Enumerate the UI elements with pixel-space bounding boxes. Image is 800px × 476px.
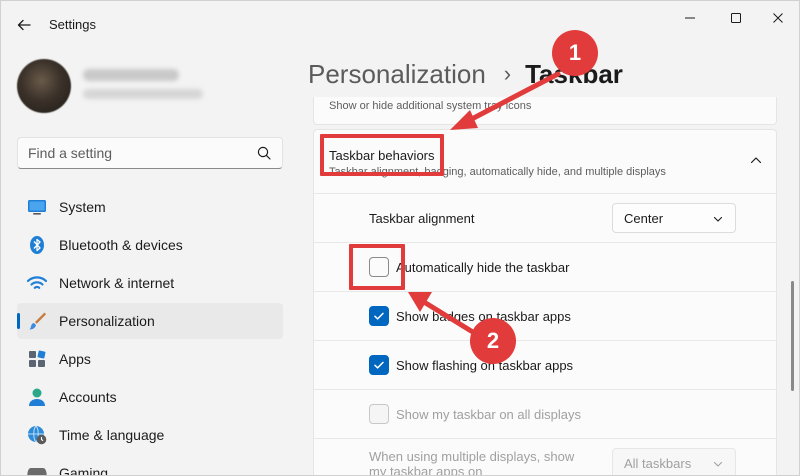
minimize-button[interactable] bbox=[667, 5, 713, 31]
breadcrumb-separator: › bbox=[503, 61, 512, 86]
close-icon bbox=[773, 13, 783, 23]
multi-display-row: When using multiple displays, show my ta… bbox=[314, 439, 777, 476]
multi-display-dropdown[interactable]: All taskbars bbox=[612, 448, 736, 475]
search-input[interactable] bbox=[18, 138, 254, 168]
gamepad-icon bbox=[27, 463, 47, 475]
annotation-box-taskbar-behaviors bbox=[320, 134, 444, 176]
sidebar-item-system[interactable]: System bbox=[17, 189, 283, 225]
chevron-up-icon[interactable] bbox=[748, 152, 764, 168]
title-bar: Settings bbox=[1, 1, 799, 47]
checkbox-label: Show my taskbar on all displays bbox=[396, 407, 581, 422]
checkbox-label: Automatically hide the taskbar bbox=[396, 260, 570, 275]
annotation-badge-2: 2 bbox=[470, 318, 516, 364]
sidebar-item-label: System bbox=[59, 199, 106, 215]
chevron-down-icon bbox=[713, 216, 723, 222]
show-flashing-checkbox[interactable] bbox=[369, 355, 389, 375]
show-badges-row: Show badges on taskbar apps bbox=[314, 292, 777, 341]
annotation-badge-1: 1 bbox=[552, 30, 598, 76]
back-button[interactable] bbox=[11, 13, 37, 37]
close-button[interactable] bbox=[755, 5, 799, 31]
dropdown-value: Center bbox=[624, 211, 664, 226]
minimize-icon bbox=[685, 17, 695, 19]
apps-icon bbox=[27, 349, 47, 369]
show-badges-checkbox[interactable] bbox=[369, 306, 389, 326]
sidebar-item-label: Apps bbox=[59, 351, 91, 367]
scrollbar[interactable] bbox=[791, 281, 794, 391]
person-icon bbox=[27, 387, 47, 407]
maximize-button[interactable] bbox=[713, 5, 759, 31]
sidebar-item-time-language[interactable]: Time & language bbox=[17, 417, 283, 453]
sidebar-item-label: Accounts bbox=[59, 389, 117, 405]
maximize-icon bbox=[731, 13, 741, 23]
sidebar-item-accounts[interactable]: Accounts bbox=[17, 379, 283, 415]
back-arrow-icon bbox=[17, 19, 31, 31]
chevron-down-icon bbox=[713, 461, 723, 467]
bluetooth-icon bbox=[27, 235, 47, 255]
brush-icon bbox=[27, 311, 47, 331]
search-box bbox=[17, 137, 283, 169]
avatar bbox=[17, 59, 71, 113]
checkmark-icon bbox=[374, 312, 384, 320]
sidebar-item-label: Bluetooth & devices bbox=[59, 237, 183, 253]
sidebar-item-personalization[interactable]: Personalization bbox=[17, 303, 283, 339]
taskbar-behaviors-section: Taskbar behaviors Taskbar alignment, bad… bbox=[313, 129, 777, 476]
taskbar-alignment-row: Taskbar alignment Center bbox=[314, 194, 777, 243]
sidebar-item-label: Personalization bbox=[59, 313, 155, 329]
card-description: Show or hide additional system tray icon… bbox=[329, 100, 532, 112]
settings-window: Settings System bbox=[0, 0, 800, 476]
wifi-icon bbox=[27, 273, 47, 293]
multi-display-label: When using multiple displays, show my ta… bbox=[369, 449, 575, 476]
show-flashing-row: Show flashing on taskbar apps bbox=[314, 341, 777, 390]
user-profile[interactable] bbox=[17, 59, 287, 119]
monitor-icon bbox=[27, 197, 47, 217]
profile-name-blurred bbox=[83, 69, 179, 81]
checkmark-icon bbox=[374, 361, 384, 369]
sidebar-item-label: Network & internet bbox=[59, 275, 175, 291]
taskbar-alignment-label: Taskbar alignment bbox=[369, 211, 475, 226]
sidebar-item-gaming[interactable]: Gaming bbox=[17, 455, 283, 476]
taskbar-alignment-dropdown[interactable]: Center bbox=[612, 203, 736, 233]
profile-email-blurred bbox=[83, 89, 203, 99]
sidebar-item-apps[interactable]: Apps bbox=[17, 341, 283, 377]
sidebar-item-label: Time & language bbox=[59, 427, 165, 443]
all-displays-row: Show my taskbar on all displays bbox=[314, 390, 777, 439]
search-icon[interactable] bbox=[256, 145, 272, 161]
all-displays-checkbox[interactable] bbox=[369, 404, 389, 424]
globe-clock-icon bbox=[27, 425, 47, 445]
sidebar-item-network[interactable]: Network & internet bbox=[17, 265, 283, 301]
app-title: Settings bbox=[49, 17, 96, 32]
annotation-box-auto-hide-checkbox bbox=[349, 244, 405, 290]
sidebar-item-bluetooth[interactable]: Bluetooth & devices bbox=[17, 227, 283, 263]
system-tray-icons-card[interactable]: Show or hide additional system tray icon… bbox=[313, 97, 777, 125]
sidebar-item-label: Gaming bbox=[59, 465, 109, 476]
sidebar-nav: System Bluetooth & devices Network & int… bbox=[17, 189, 283, 476]
dropdown-value: All taskbars bbox=[624, 456, 692, 471]
breadcrumb-parent[interactable]: Personalization bbox=[308, 59, 486, 90]
